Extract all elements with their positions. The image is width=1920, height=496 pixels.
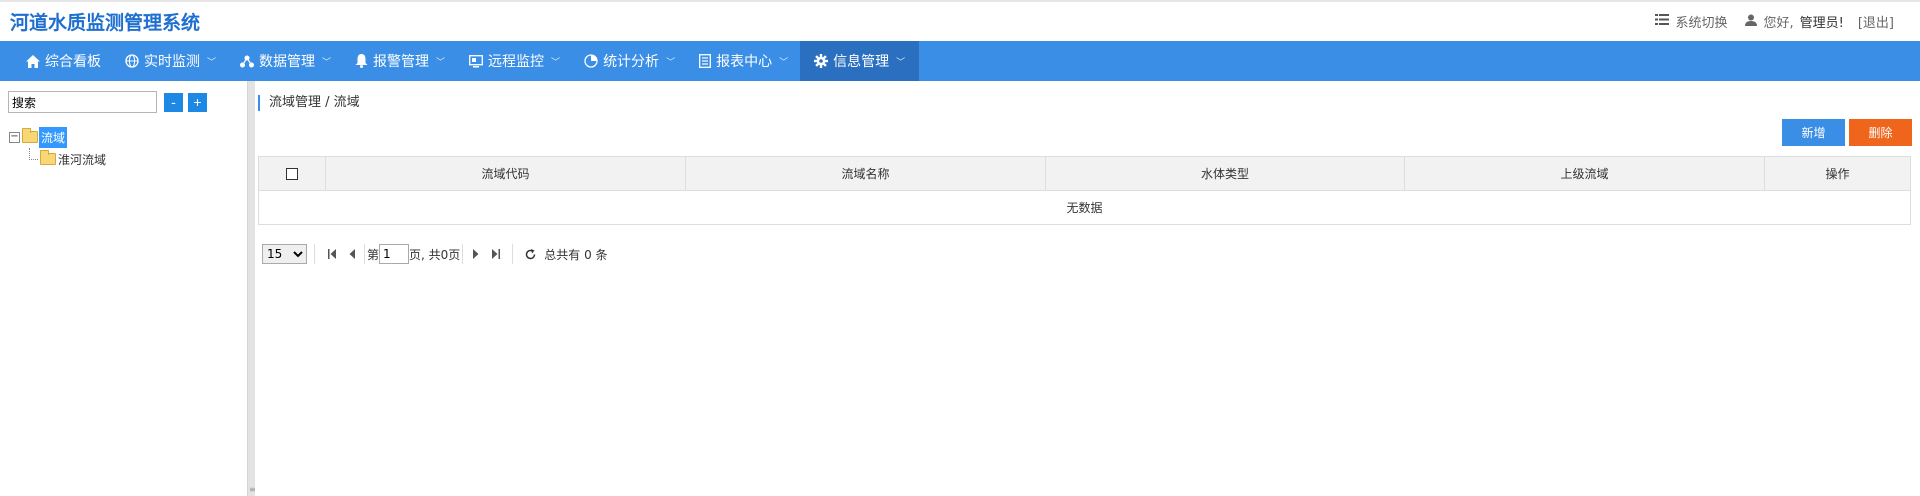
globe-icon — [125, 54, 139, 68]
divider — [364, 244, 365, 264]
column-header[interactable]: 上级流域 — [1404, 156, 1765, 191]
delete-button[interactable]: 删除 — [1849, 119, 1912, 146]
app-title: 河道水质监测管理系统 — [10, 12, 201, 34]
total-count-text: 总共有 0 条 — [544, 247, 608, 262]
tree-node-label[interactable]: 流域 — [39, 126, 68, 148]
data-table: 流域代码 流域名称 水体类型 上级流域 操作 无数据 — [258, 156, 1911, 225]
chevron-down-icon: ﹀ — [779, 57, 789, 68]
monitor-icon — [469, 54, 483, 68]
home-icon — [26, 54, 40, 68]
network-icon — [240, 55, 255, 68]
page-prefix-text: 第 — [367, 247, 380, 262]
page-total-text: 页, 共0页 — [409, 247, 461, 262]
pie-chart-icon — [584, 54, 598, 68]
folder-open-icon — [22, 128, 38, 143]
collapse-all-button[interactable]: - — [164, 92, 183, 112]
chevron-down-icon: ﹀ — [322, 57, 332, 68]
nav-item-statistics[interactable]: 统计分析 ﹀ — [572, 41, 687, 81]
divider — [512, 244, 514, 264]
toolbar: 新增 删除 — [1782, 119, 1912, 146]
nav-label: 综合看板 — [45, 54, 101, 70]
column-header[interactable]: 流域名称 — [685, 156, 1046, 191]
expand-all-button[interactable]: + — [188, 92, 207, 112]
nav-label: 报警管理 — [373, 54, 430, 70]
table-header-row: 流域代码 流域名称 水体类型 上级流域 操作 — [258, 156, 1911, 191]
add-button[interactable]: 新增 — [1782, 119, 1845, 146]
divider — [314, 244, 315, 264]
folder-icon — [40, 150, 56, 165]
greeting-text: 您好, — [1763, 16, 1794, 31]
basin-tree: − 流域 淮河流域 — [9, 126, 107, 170]
page-size-select[interactable]: 15 — [262, 244, 307, 264]
nav-label: 实时监测 — [144, 54, 200, 70]
chevron-down-icon: ﹀ — [436, 57, 446, 68]
select-all-cell — [258, 156, 326, 191]
select-all-checkbox[interactable] — [286, 168, 298, 180]
nav-label: 报表中心 — [716, 54, 773, 70]
tree-search-row: - + — [8, 91, 207, 113]
report-icon — [699, 54, 712, 68]
gear-icon — [814, 54, 829, 68]
nav-item-dashboard[interactable]: 综合看板 — [14, 41, 113, 81]
nav-item-info[interactable]: 信息管理 ﹀ — [800, 41, 920, 81]
next-page-icon[interactable] — [465, 249, 485, 259]
panel-splitter[interactable]: ≡ — [247, 81, 256, 496]
list-icon — [1655, 14, 1670, 29]
empty-message: 无数据 — [258, 190, 1911, 225]
top-right-area: 系统切换 您好, 管理员! [退出] — [1655, 12, 1910, 31]
column-header[interactable]: 水体类型 — [1045, 156, 1405, 191]
system-switch-link[interactable]: 系统切换 — [1655, 12, 1727, 31]
nav-label: 信息管理 — [833, 54, 890, 70]
nav-item-remote[interactable]: 远程监控 ﹀ — [457, 41, 572, 81]
bell-icon — [355, 54, 368, 68]
chevron-down-icon: ﹀ — [896, 57, 906, 68]
chevron-down-icon: ﹀ — [207, 57, 217, 68]
sidebar: - + − 流域 淮河流域 — [0, 81, 247, 496]
first-page-icon[interactable] — [322, 249, 342, 259]
nav-label: 统计分析 — [603, 54, 660, 70]
user-info: 您好, 管理员! [退出] — [1745, 12, 1894, 31]
table-row: 无数据 — [258, 190, 1911, 225]
chevron-down-icon: ﹀ — [551, 57, 561, 68]
tree-node-root[interactable]: − 流域 — [9, 126, 107, 148]
tree-node-label[interactable]: 淮河流域 — [57, 149, 107, 170]
main-nav: 综合看板 实时监测 ﹀ 数据管理 ﹀ 报警管理 ﹀ 远程监控 ﹀ 统计分析 ﹀ … — [0, 41, 1920, 81]
search-input[interactable] — [8, 91, 157, 113]
nav-item-reports[interactable]: 报表中心 ﹀ — [687, 41, 800, 81]
nav-item-data[interactable]: 数据管理 ﹀ — [228, 41, 343, 81]
tree-node-child[interactable]: 淮河流域 — [9, 148, 107, 170]
prev-page-icon[interactable] — [342, 249, 362, 259]
nav-label: 数据管理 — [259, 54, 316, 70]
chevron-down-icon: ﹀ — [666, 57, 676, 68]
top-bar: 河道水质监测管理系统 系统切换 您好, 管理员! [退出] — [0, 0, 1920, 41]
user-name: 管理员! — [1799, 16, 1844, 31]
last-page-icon[interactable] — [485, 249, 505, 259]
refresh-icon[interactable] — [520, 248, 540, 260]
user-icon — [1745, 14, 1758, 30]
nav-item-realtime[interactable]: 实时监测 ﹀ — [113, 41, 228, 81]
tree-collapse-toggle[interactable]: − — [9, 131, 20, 143]
content-area: - + − 流域 淮河流域 ≡ 流域管理 / 流域 新增 删除 — [0, 81, 1920, 496]
main-panel: 流域管理 / 流域 新增 删除 流域代码 流域名称 水体类型 上级流域 操作 无… — [258, 81, 1920, 496]
logout-link[interactable]: [退出] — [1858, 12, 1894, 31]
pagination: 15 第 页, 共0页 总共有 0 条 — [262, 242, 608, 266]
grip-icon: ≡ — [249, 485, 256, 494]
system-switch-label: 系统切换 — [1675, 16, 1728, 31]
page-number-input[interactable] — [379, 244, 410, 264]
divider — [462, 244, 464, 264]
column-header: 操作 — [1764, 156, 1911, 191]
breadcrumb: 流域管理 / 流域 — [258, 95, 360, 111]
column-header[interactable]: 流域代码 — [325, 156, 686, 191]
nav-item-alarm[interactable]: 报警管理 ﹀ — [343, 41, 457, 81]
nav-label: 远程监控 — [488, 54, 545, 70]
